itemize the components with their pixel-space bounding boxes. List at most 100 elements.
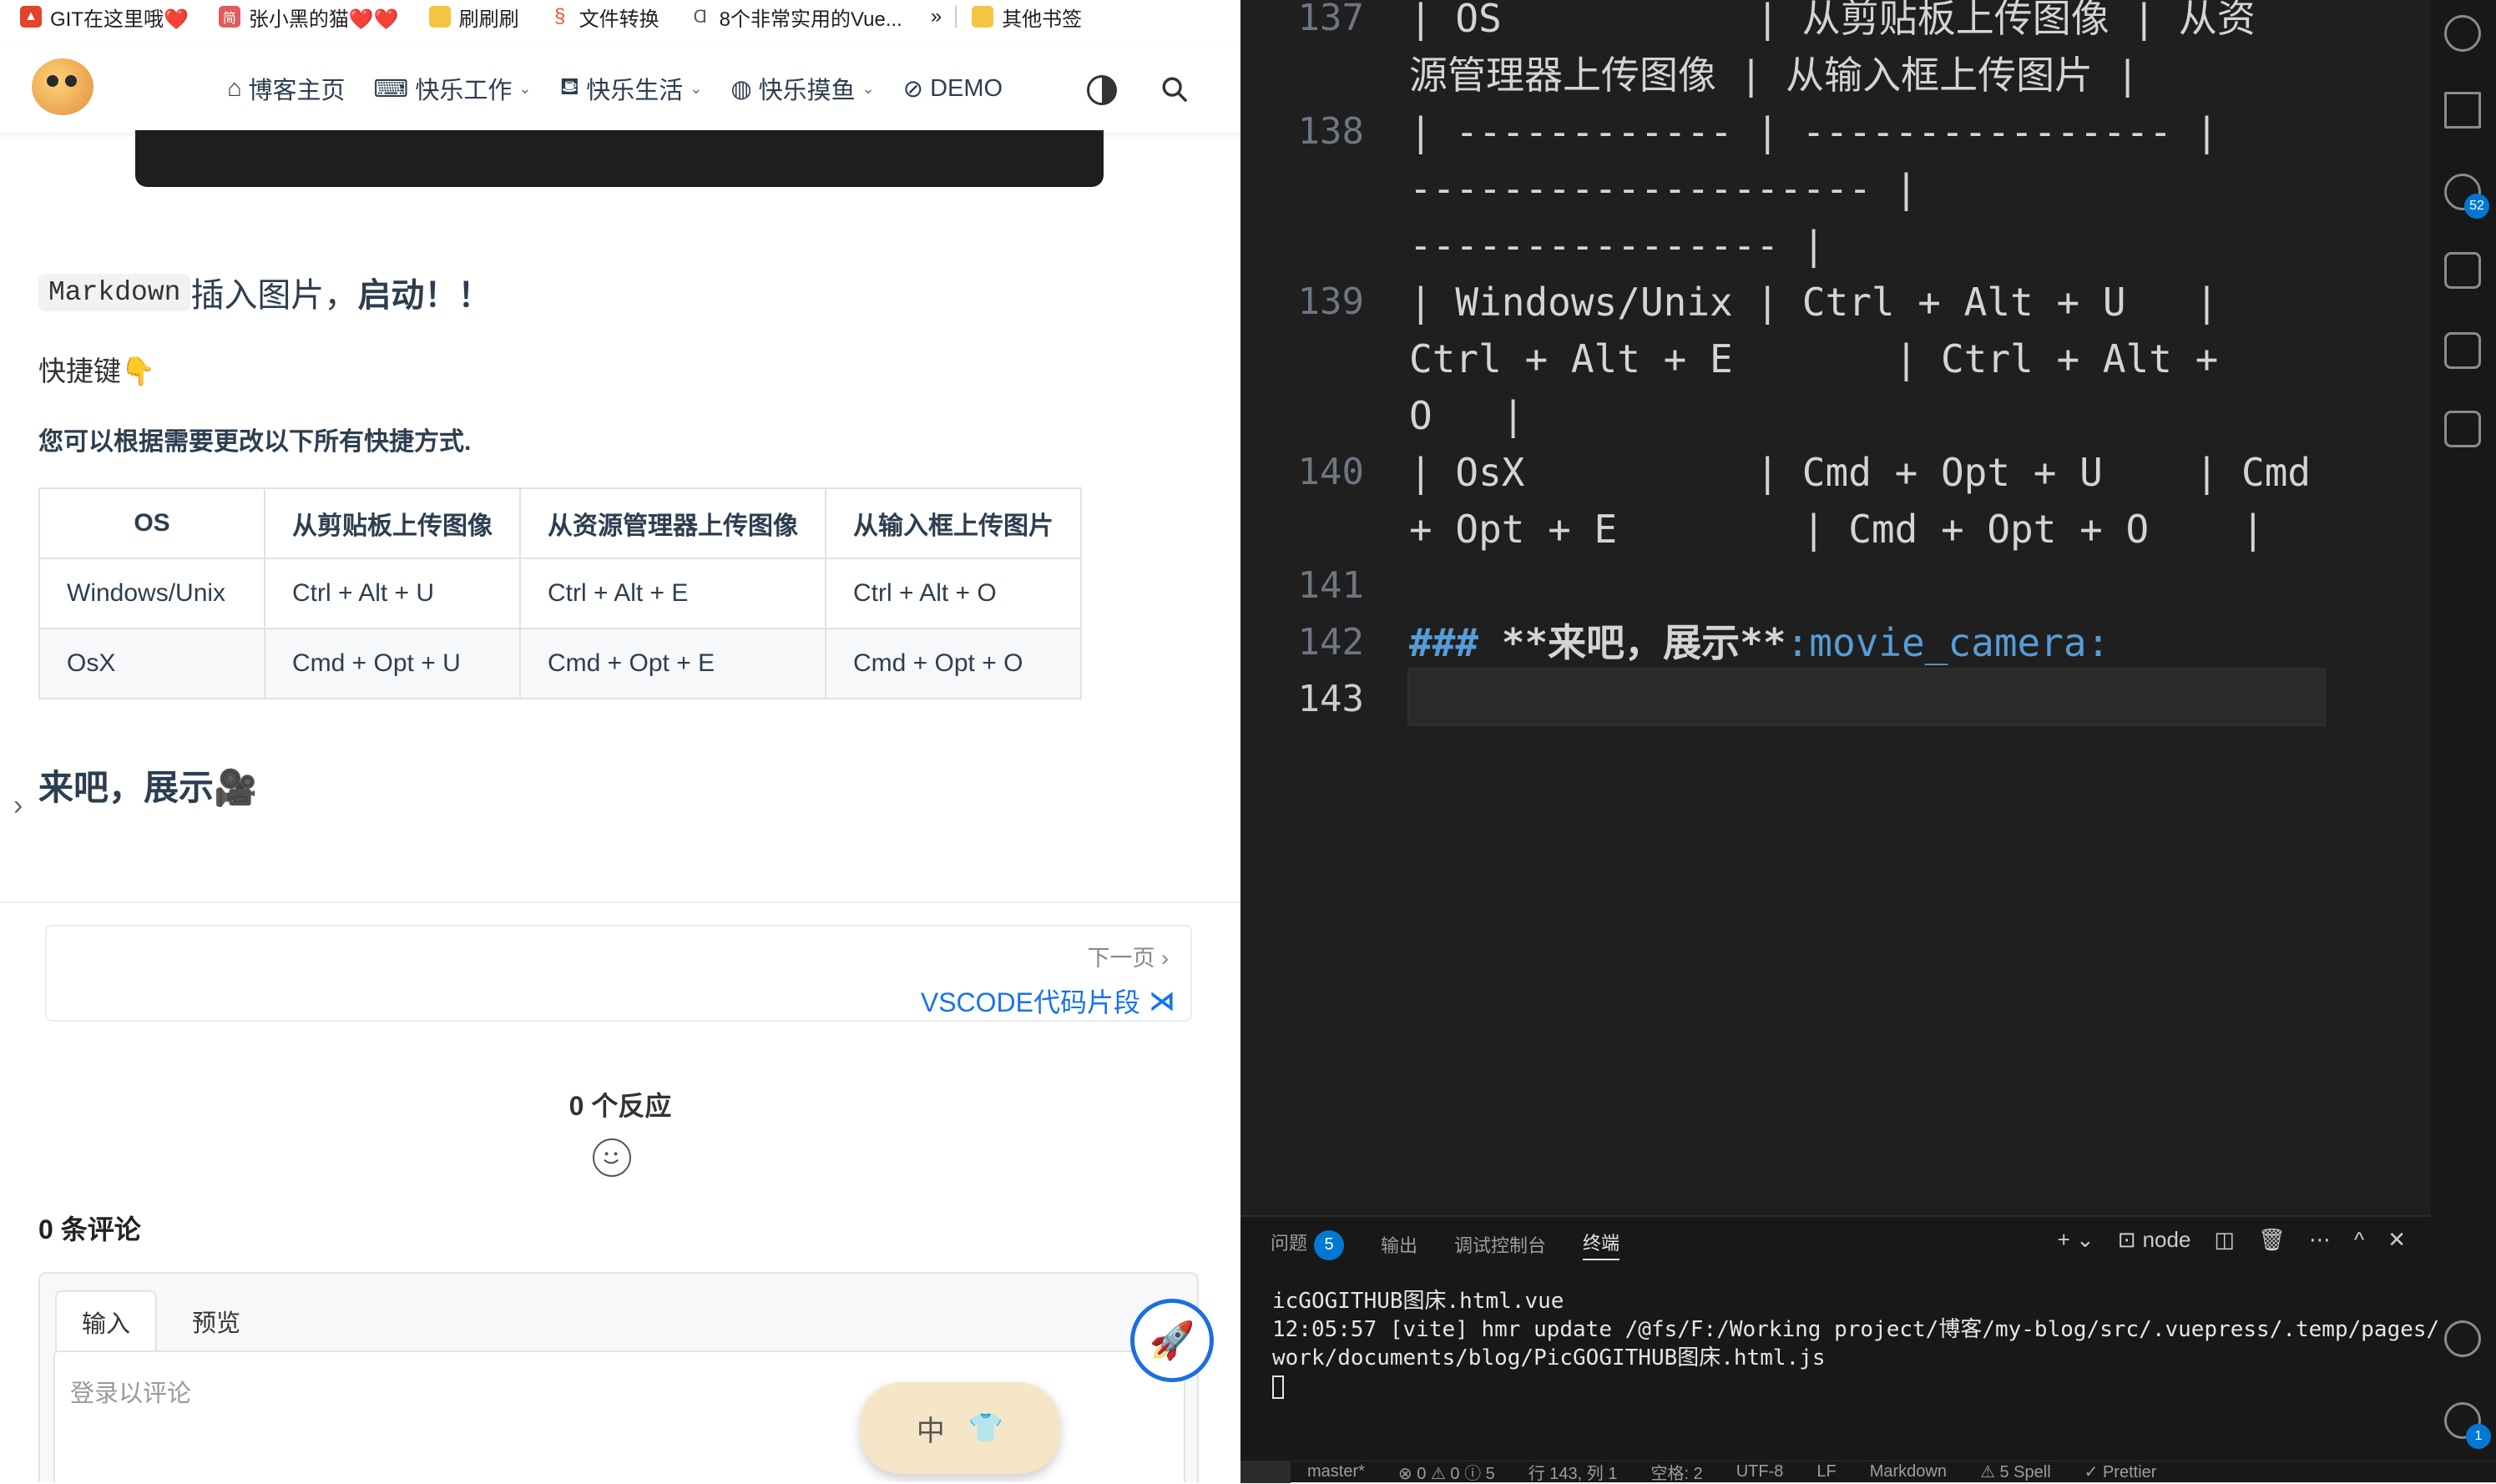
demo-icon: ⊘ xyxy=(902,75,924,103)
table-row: OsX Cmd + Opt + U Cmd + Opt + E Cmd + Op… xyxy=(38,628,1082,699)
tab-terminal[interactable]: 终端 xyxy=(1583,1229,1620,1260)
article-heading: Markdown 插入图片， 启动！！ xyxy=(38,267,1199,317)
terminal-cursor xyxy=(1272,1375,1284,1399)
smiley-icon[interactable] xyxy=(593,1138,631,1177)
branch-indicator[interactable]: master* xyxy=(1307,1462,1365,1481)
remote-explorer-icon[interactable] xyxy=(2444,332,2481,369)
bookmark-git[interactable]: ▲ GIT在这里哦❤️ xyxy=(0,3,204,32)
chevron-right-icon[interactable]: › xyxy=(13,790,23,822)
code-line: + Opt + E | Cmd + Opt + O | xyxy=(1409,507,2265,552)
remote-indicator[interactable] xyxy=(1240,1461,1291,1483)
activity-bar: 52 1 xyxy=(2431,0,2496,1482)
md-emoji: :movie_camera: xyxy=(1786,620,2110,665)
folder-icon[interactable] xyxy=(2444,411,2481,447)
indentation[interactable]: 空格: 2 xyxy=(1650,1460,1702,1484)
sofa-icon: ⛾ xyxy=(559,73,580,100)
problems-badge: 5 xyxy=(1314,1229,1345,1260)
table-cell: Windows/Unix xyxy=(38,558,265,629)
tab-debug-console[interactable]: 调试控制台 xyxy=(1454,1231,1546,1258)
table-cell: OsX xyxy=(38,628,265,699)
globe-icon: ◍ xyxy=(730,75,752,103)
code-line: ---------------- | xyxy=(1409,223,1826,268)
table-row: Windows/Unix Ctrl + Alt + U Ctrl + Alt +… xyxy=(38,558,1082,629)
nav-home[interactable]: ⌂ 博客主页 xyxy=(227,71,346,106)
line-number: 142 xyxy=(1297,621,1364,664)
bookmark-shua[interactable]: 刷刷刷 xyxy=(414,3,534,32)
prettier-indicator[interactable]: ✓ Prettier xyxy=(2084,1461,2157,1482)
ime-mode[interactable]: 中 xyxy=(917,1408,945,1449)
code-editor[interactable]: 137 138 139 140 141 142 143 | OS | 从剪贴板上… xyxy=(1240,0,2329,1215)
run-debug-icon[interactable] xyxy=(2444,92,2481,129)
terminal-line: 12:05:57 [vite] hmr update /@fs/F:/Worki… xyxy=(1272,1317,2440,1342)
line-number: 138 xyxy=(1297,110,1364,153)
site-logo[interactable] xyxy=(32,58,93,115)
nav-fish[interactable]: ◍ 快乐摸鱼 ⌄ xyxy=(730,71,874,106)
problems-indicator[interactable]: ⊗ 0 ⚠ 0 ⓘ 5 xyxy=(1398,1460,1495,1484)
terminal-output[interactable]: icGOGITHUB图床.html.vue 12:05:57 [vite] hm… xyxy=(1272,1287,2439,1401)
folder-icon xyxy=(428,6,451,28)
skin-icon[interactable]: 👕 xyxy=(968,1411,1003,1445)
table-header: 从资源管理器上传图像 xyxy=(519,487,826,559)
tab-preview[interactable]: 预览 xyxy=(165,1290,267,1352)
other-bookmarks[interactable]: 其他书签 xyxy=(957,3,1097,32)
split-terminal-icon[interactable]: ◫ xyxy=(2214,1227,2235,1253)
comments-title: 0 条评论 xyxy=(38,1214,141,1244)
table-header: 从剪贴板上传图像 xyxy=(264,487,521,559)
vue-icon: Ɑ xyxy=(689,6,711,28)
status-bar: master* ⊗ 0 ⚠ 0 ⓘ 5 行 143, 列 1 空格: 2 UTF… xyxy=(1240,1460,2496,1484)
trash-icon[interactable]: 🗑 xyxy=(2258,1227,2286,1253)
spell-indicator[interactable]: ⚠ 5 Spell xyxy=(1980,1461,2051,1482)
vscode-icon: ⋊ xyxy=(1149,986,1175,1016)
code-line: | OsX | Cmd + Opt + U | Cmd xyxy=(1409,450,2312,495)
close-icon[interactable]: ✕ xyxy=(2387,1227,2406,1253)
next-page-link[interactable]: VSCODE代码片段 ⋊ xyxy=(921,982,1175,1020)
table-header: 从输入框上传图片 xyxy=(825,487,1082,559)
table-cell: Cmd + Opt + U xyxy=(264,628,521,699)
bookmark-convert[interactable]: § 文件转换 xyxy=(534,3,675,32)
bookmarks-bar: ▲ GIT在这里哦❤️ 简 张小黑的猫❤️❤️ 刷刷刷 § 文件转换 Ɑ 8个非… xyxy=(0,0,1240,33)
terminal-shell-selector[interactable]: ⊡ node xyxy=(2118,1227,2191,1253)
nav-work[interactable]: ⌨ 快乐工作 ⌄ xyxy=(374,71,532,106)
table-header: OS xyxy=(38,487,265,559)
search-icon[interactable] xyxy=(1160,75,1189,103)
convert-icon: § xyxy=(548,5,571,28)
browser-window: ▲ GIT在这里哦❤️ 简 张小黑的猫❤️❤️ 刷刷刷 § 文件转换 Ɑ 8个非… xyxy=(0,0,1240,1482)
settings-badge: 1 xyxy=(2466,1424,2491,1449)
shortcut-table: OS 从剪贴板上传图像 从资源管理器上传图像 从输入框上传图片 Windows/… xyxy=(38,487,1082,699)
tab-problems[interactable]: 问题 5 xyxy=(1271,1229,1345,1260)
source-control-badge: 52 xyxy=(2464,194,2489,219)
section-heading: 来吧，展示🎥 xyxy=(38,768,258,807)
cursor-position[interactable]: 行 143, 列 1 xyxy=(1528,1460,1618,1484)
site-navbar: ⌂ 博客主页 ⌨ 快乐工作 ⌄ ⛾ 快乐生活 ⌄ ◍ 快乐摸鱼 ⌄ ⊘ DEMO xyxy=(0,43,1240,134)
next-page-card[interactable]: 下一页 › VSCODE代码片段 ⋊ xyxy=(45,925,1192,1022)
bookmarks-overflow-button[interactable]: » xyxy=(917,5,955,28)
ime-toolbar[interactable]: 中 👕 xyxy=(860,1382,1060,1474)
terminal-line: icGOGITHUB图床.html.vue xyxy=(1272,1289,1564,1314)
more-icon[interactable]: ⋯ xyxy=(2309,1227,2331,1253)
nav-demo[interactable]: ⊘ DEMO xyxy=(903,74,1003,103)
maximize-panel-icon[interactable]: ^ xyxy=(2354,1227,2364,1253)
search-icon[interactable] xyxy=(2444,15,2481,52)
tab-input[interactable]: 输入 xyxy=(55,1290,157,1352)
table-cell: Ctrl + Alt + U xyxy=(264,558,521,629)
tab-output[interactable]: 输出 xyxy=(1381,1231,1417,1258)
heading-text: 插入图片， xyxy=(190,277,358,314)
rocket-icon[interactable]: 🚀 xyxy=(1130,1299,1214,1382)
extensions-icon[interactable] xyxy=(2444,252,2481,289)
code-line: 源管理器上传图像 | 从输入框上传图片 | xyxy=(1409,53,2140,98)
line-number: 143 xyxy=(1297,678,1364,720)
theme-toggle-button[interactable] xyxy=(1087,75,1117,105)
new-terminal-icon[interactable]: + ⌄ xyxy=(2058,1227,2094,1253)
bookmark-vue[interactable]: Ɑ 8个非常实用的Vue... xyxy=(675,3,917,32)
language-mode[interactable]: Markdown xyxy=(1870,1462,1947,1481)
bottom-panel: 问题 5 输出 调试控制台 终端 + ⌄ ⊡ node ◫ 🗑 ⋯ ^ ✕ icGO… xyxy=(1240,1215,2439,1461)
eol[interactable]: LF xyxy=(1816,1462,1836,1481)
code-line: Ctrl + Alt + E | Ctrl + Alt + xyxy=(1409,336,2219,381)
folder-icon xyxy=(972,6,994,28)
encoding[interactable]: UTF-8 xyxy=(1736,1462,1784,1481)
line-number: 141 xyxy=(1297,564,1364,607)
bookmark-cat[interactable]: 简 张小黑的猫❤️❤️ xyxy=(204,3,414,32)
nav-life[interactable]: ⛾ 快乐生活 ⌄ xyxy=(560,71,703,106)
account-icon[interactable] xyxy=(2444,1320,2481,1357)
inline-code: Markdown xyxy=(38,273,191,311)
